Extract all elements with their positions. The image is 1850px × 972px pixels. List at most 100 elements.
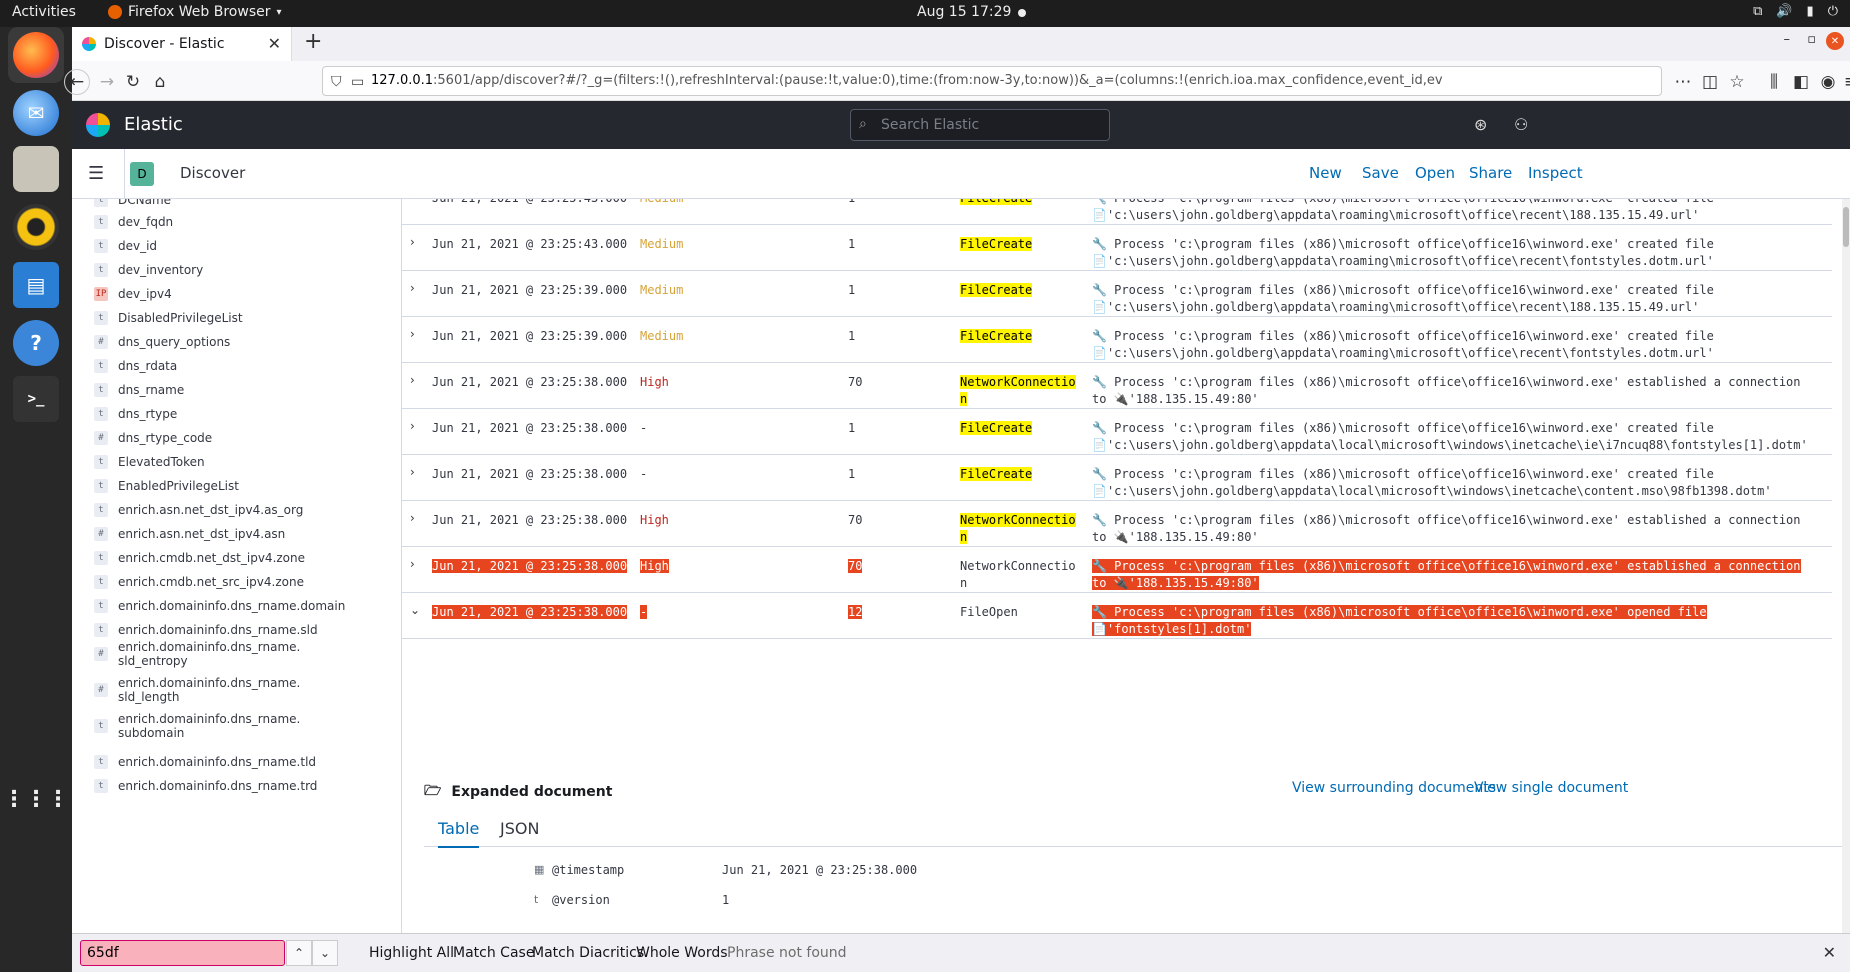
table-row[interactable]: › Jun 21, 2021 @ 23:25:39.000 Medium 1 FileC… xyxy=(402,317,1832,363)
sidebar-field-item[interactable]: t enrich.domaininfo.dns_rname.sld xyxy=(94,619,318,641)
clock[interactable]: Aug 15 17:29 xyxy=(917,4,1011,20)
view-surrounding-link[interactable]: View surrounding documents xyxy=(1292,780,1496,796)
user-menu-icon[interactable]: ⚇ xyxy=(1514,115,1528,134)
save-button[interactable]: Save xyxy=(1362,164,1399,182)
reload-button[interactable]: ↻ xyxy=(120,69,146,95)
match-diacritics-checkbox[interactable]: Match Diacritics xyxy=(532,945,644,961)
sidebar-field-item[interactable]: t ElevatedToken xyxy=(94,451,205,473)
sidebar-field-item[interactable]: t dns_rtype xyxy=(94,403,177,425)
dock-files[interactable] xyxy=(8,141,64,197)
space-avatar[interactable]: D xyxy=(130,162,154,186)
share-button[interactable]: Share xyxy=(1469,164,1512,182)
find-next-button[interactable]: ⌄ xyxy=(312,940,338,966)
dock-rhythmbox[interactable] xyxy=(8,199,64,255)
expand-row-icon[interactable]: › xyxy=(410,235,415,249)
highlight-all-checkbox[interactable]: Highlight All xyxy=(369,945,454,961)
table-row[interactable]: › Jun 21, 2021 @ 23:25:38.000 High 70 Networ… xyxy=(402,363,1832,409)
sidebar-field-item[interactable]: t enrich.cmdb.net_src_ipv4.zone xyxy=(94,571,304,593)
close-icon[interactable]: ✕ xyxy=(268,34,281,53)
url-bar[interactable]: ⛉ ▭ 127.0.0.1:5601/app/discover?#/?_g=(f… xyxy=(322,66,1662,96)
hamburger-menu-icon[interactable]: ≡ xyxy=(1838,69,1850,95)
minimize-button[interactable]: – xyxy=(1784,32,1791,47)
sidebar-field-item[interactable]: t dev_fqdn xyxy=(94,211,173,233)
tab-table[interactable]: Table xyxy=(438,819,480,848)
sidebar-field-item[interactable]: t enrich.domaininfo.dns_rname.domain xyxy=(94,595,345,617)
tab-discover[interactable]: Discover - Elastic ✕ xyxy=(72,27,292,61)
inspect-button[interactable]: Inspect xyxy=(1528,164,1583,182)
sidebar-toggle-icon[interactable]: ◧ xyxy=(1788,69,1814,95)
sidebar-field-item[interactable]: t dns_rname xyxy=(94,379,184,401)
close-find-bar-icon[interactable]: ✕ xyxy=(1823,943,1836,962)
new-button[interactable]: New xyxy=(1309,164,1342,182)
table-row[interactable]: › Jun 21, 2021 @ 23:25:38.000 - 1 FileCreat… xyxy=(402,455,1832,501)
sidebar-field-item[interactable]: # dns_rtype_code xyxy=(94,427,212,449)
table-row[interactable]: › Jun 21, 2021 @ 23:25:38.000 High 70 Networ… xyxy=(402,501,1832,547)
main-scrollbar[interactable] xyxy=(1842,199,1850,933)
view-single-link[interactable]: View single document xyxy=(1474,780,1628,796)
maximize-button[interactable]: ▫ xyxy=(1807,32,1816,47)
app-menu[interactable]: Firefox Web Browser ▾ xyxy=(108,4,282,20)
dock-writer[interactable]: ▤ xyxy=(8,257,64,313)
back-button[interactable]: ← xyxy=(64,69,90,95)
help-menu-icon[interactable]: ⊛ xyxy=(1474,115,1487,134)
collapse-row-icon[interactable]: ⌄ xyxy=(410,603,420,617)
sidebar-field-item[interactable]: t DCName xyxy=(94,199,171,211)
dock-thunderbird[interactable]: ✉ xyxy=(8,85,64,141)
sidebar-field-item[interactable]: t enrich.asn.net_dst_ipv4.as_org xyxy=(94,499,303,521)
table-row[interactable]: › Jun 21, 2021 @ 23:25:43.000 Medium 1 FileC… xyxy=(402,199,1832,225)
tab-json[interactable]: JSON xyxy=(500,819,539,838)
sidebar-field-item[interactable]: # enrich.domaininfo.dns_rname. sld_length xyxy=(94,676,300,704)
expand-row-icon[interactable]: › xyxy=(410,199,415,203)
expand-row-icon[interactable]: › xyxy=(410,465,415,479)
dock-show-apps[interactable]: ⋮⋮⋮ xyxy=(3,771,69,827)
sidebar-field-item[interactable]: t EnabledPrivilegeList xyxy=(94,475,239,497)
dock-terminal[interactable]: >_ xyxy=(8,371,64,427)
sidebar-field-item[interactable]: t enrich.cmdb.net_dst_ipv4.zone xyxy=(94,547,305,569)
find-previous-button[interactable]: ⌃ xyxy=(286,940,312,966)
table-row[interactable]: ⌄ Jun 21, 2021 @ 23:25:38.000 - 12 FileOpen… xyxy=(402,593,1832,639)
forward-button[interactable]: → xyxy=(94,69,120,95)
match-case-checkbox[interactable]: Match Case xyxy=(453,945,534,961)
system-tray[interactable]: ⧉ 🔊 ▮ ⏻ xyxy=(1753,4,1838,19)
whole-words-checkbox[interactable]: Whole Words xyxy=(636,945,728,961)
expand-row-icon[interactable]: › xyxy=(410,327,415,341)
expand-row-icon[interactable]: › xyxy=(410,419,415,433)
library-icon[interactable]: ⫼ xyxy=(1761,69,1787,95)
sidebar-field-item[interactable]: t DisabledPrivilegeList xyxy=(94,307,243,329)
table-row[interactable]: › Jun 21, 2021 @ 23:25:43.000 Medium 1 FileC… xyxy=(402,225,1832,271)
sidebar-field-item[interactable]: # enrich.asn.net_dst_ipv4.asn xyxy=(94,523,285,545)
elastic-logo-icon[interactable] xyxy=(86,113,110,137)
sidebar-field-item[interactable]: t enrich.domaininfo.dns_rname.tld xyxy=(94,751,316,773)
table-row[interactable]: › Jun 21, 2021 @ 23:25:38.000 - 1 FileCreat… xyxy=(402,409,1832,455)
expand-row-icon[interactable]: › xyxy=(410,557,415,571)
sidebar-field-item[interactable]: IP dev_ipv4 xyxy=(94,283,172,305)
sidebar-field-item[interactable]: t dns_rdata xyxy=(94,355,177,377)
table-row[interactable]: › Jun 21, 2021 @ 23:25:39.000 Medium 1 FileC… xyxy=(402,271,1832,317)
open-button[interactable]: Open xyxy=(1415,164,1455,182)
page-actions-icon[interactable]: ⋯ xyxy=(1670,69,1696,95)
pocket-icon[interactable]: ◫ xyxy=(1697,69,1723,95)
new-tab-button[interactable]: + xyxy=(304,29,322,54)
brand-name[interactable]: Elastic xyxy=(124,114,183,135)
sidebar-field-item[interactable]: t dev_id xyxy=(94,235,157,257)
nav-menu-icon[interactable]: ☰ xyxy=(88,163,104,184)
field-name: dev_id xyxy=(118,239,158,253)
find-input[interactable]: 65df xyxy=(80,940,285,966)
scrollbar-thumb[interactable] xyxy=(1843,207,1849,247)
dock-firefox[interactable] xyxy=(8,27,64,83)
dock-help[interactable]: ? xyxy=(8,315,64,371)
expand-row-icon[interactable]: › xyxy=(410,511,415,525)
bookmark-star-icon[interactable]: ☆ xyxy=(1724,69,1750,95)
global-search-input[interactable]: ⌕ Search Elastic xyxy=(850,109,1110,141)
home-button[interactable]: ⌂ xyxy=(147,69,173,95)
sidebar-field-item[interactable]: t enrich.domaininfo.dns_rname.trd xyxy=(94,775,317,797)
sidebar-field-item[interactable]: # enrich.domaininfo.dns_rname. sld_entrop… xyxy=(94,640,300,668)
sidebar-field-item[interactable]: t enrich.domaininfo.dns_rname. subdomain xyxy=(94,712,300,740)
activities-button[interactable]: Activities xyxy=(12,4,76,20)
table-row[interactable]: › Jun 21, 2021 @ 23:25:38.000 High 70 Networ… xyxy=(402,547,1832,593)
window-close-button[interactable]: ✕ xyxy=(1826,32,1844,50)
sidebar-field-item[interactable]: t dev_inventory xyxy=(94,259,203,281)
expand-row-icon[interactable]: › xyxy=(410,281,415,295)
expand-row-icon[interactable]: › xyxy=(410,373,415,387)
sidebar-field-item[interactable]: # dns_query_options xyxy=(94,331,230,353)
